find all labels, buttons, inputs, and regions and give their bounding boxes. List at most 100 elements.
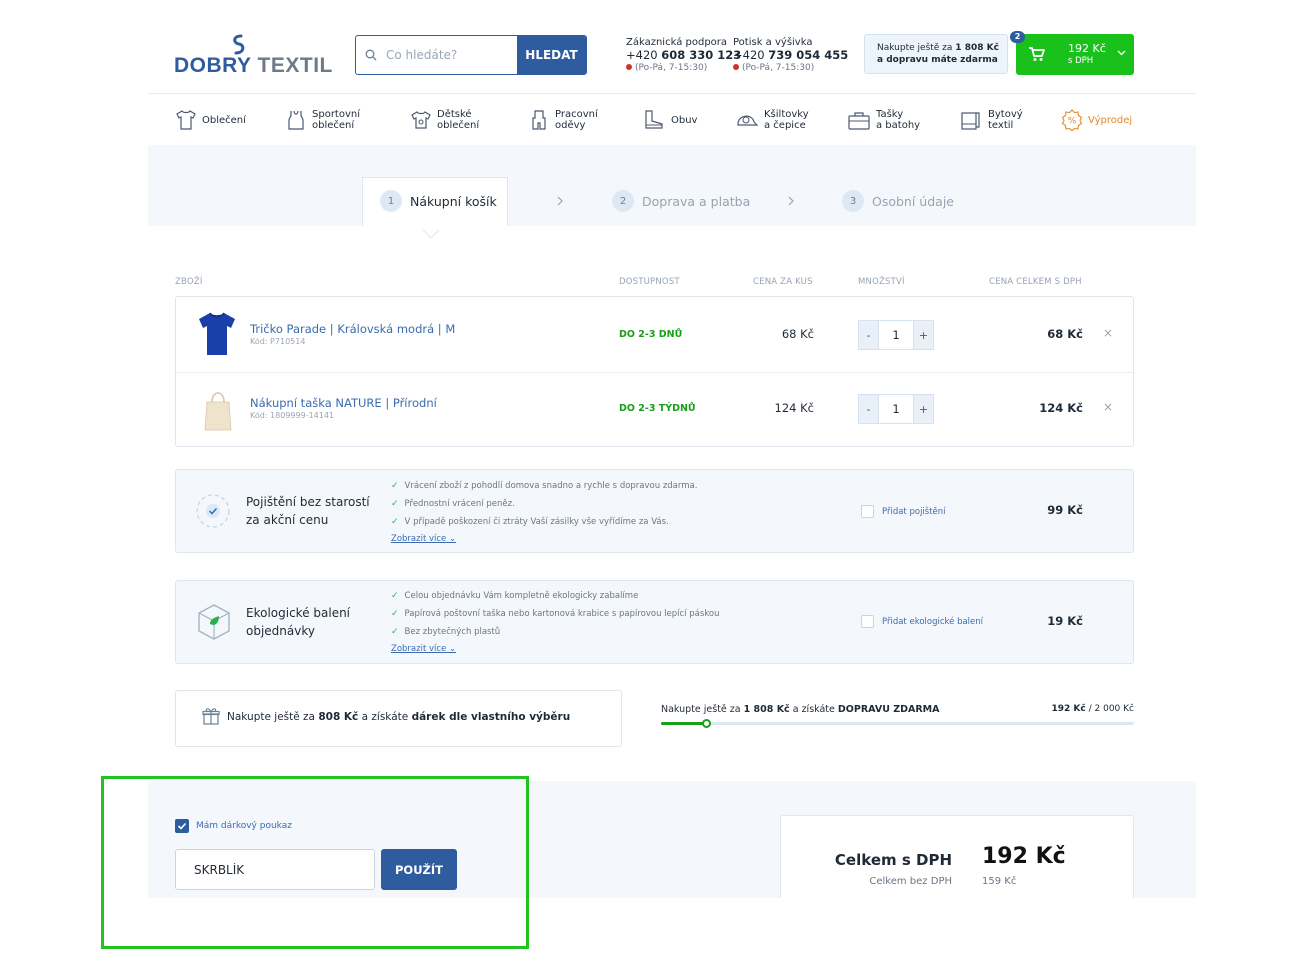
col-header-quantity: MNOŽSTVÍ (858, 277, 905, 287)
nav-item-pracovni-odevy[interactable]: Pracovní oděvy (528, 104, 598, 136)
checkbox-box[interactable] (861, 615, 874, 628)
cart-tax-label: s DPH (1068, 56, 1094, 66)
print-phone[interactable]: +420 739 054 455 (733, 49, 848, 62)
unit-price: 124 Kč (774, 401, 814, 415)
chevron-down-icon: ⌄ (446, 644, 457, 654)
print-contact: Potisk a výšivka +420 739 054 455 (Po-Pá… (733, 36, 848, 75)
nav-item-bytovy-textil[interactable]: Bytový textil (959, 104, 1023, 136)
eco-show-more-link[interactable]: Zobrazit více ⌄ (391, 644, 456, 654)
eco-checkbox[interactable]: Přidat ekologické balení (861, 615, 983, 628)
total-with-vat-value: 192 Kč (982, 844, 1066, 869)
insurance-checkbox[interactable]: Přidat pojištění (861, 505, 946, 518)
insurance-price: 99 Kč (1047, 503, 1083, 517)
total-without-vat-value: 159 Kč (982, 876, 1017, 887)
search-bar: HLEDAT (355, 35, 587, 75)
qty-minus-button[interactable]: - (858, 320, 879, 350)
check-icon: ✓ (391, 499, 399, 509)
overalls-icon (532, 110, 546, 130)
col-header-total: CENA CELKEM S DPH (989, 277, 1082, 287)
product-thumbnail-tshirt[interactable] (197, 311, 237, 357)
support-contact: Zákaznická podpora +420 608 330 123 (Po-… (626, 36, 741, 75)
chevron-down-icon: ⌄ (446, 534, 457, 544)
chevron-right-icon (557, 196, 563, 206)
towel-icon (961, 112, 980, 130)
product-name-link[interactable]: Nákupní taška NATURE | Přírodní (250, 396, 437, 410)
free-shipping-progress-bar (661, 719, 1134, 728)
product-thumbnail-bag[interactable] (203, 388, 233, 432)
tshirt-icon (176, 110, 196, 130)
check-icon: ✓ (391, 627, 399, 637)
unit-price: 68 Kč (781, 327, 814, 341)
chevron-right-icon (788, 196, 794, 206)
progress-fill (661, 722, 707, 725)
steps-band (148, 145, 1196, 226)
eco-benefit: ✓ Celou objednávku Vám kompletně ekologic… (391, 591, 639, 601)
logo-text: DOBRY TEXTIL (174, 54, 333, 77)
header-divider (148, 93, 1196, 94)
nav-item-detske-obleceni[interactable]: Dětské oblečení (410, 104, 479, 136)
eco-benefit: ✓ Bez zbytečných plastů (391, 627, 501, 637)
insurance-benefit: ✓ V případě poškození či ztráty Vaší zási… (391, 517, 669, 527)
product-code: Kód: 1809999-14141 (250, 411, 335, 420)
qty-value[interactable]: 1 (879, 394, 913, 424)
insurance-show-more-link[interactable]: Zobrazit více ⌄ (391, 534, 456, 544)
cart-icon (1029, 47, 1045, 61)
nav-item-ksiltovky[interactable]: Kšiltovky a čepice (735, 104, 809, 136)
line-total: 124 Kč (1039, 401, 1083, 415)
nav-item-obuv[interactable]: Obuv (642, 104, 697, 136)
support-phone[interactable]: +420 608 330 123 (626, 49, 741, 62)
nav-item-tasky[interactable]: Tašky a batohy (847, 104, 920, 136)
status-dot-icon (733, 64, 739, 70)
free-shipping-progress-amount: 192 Kč / 2 000 Kč (1051, 704, 1134, 714)
cap-icon (737, 115, 759, 126)
logo[interactable]: DOBRY TEXTIL (174, 34, 332, 82)
quantity-stepper: - 1 + (858, 394, 934, 424)
col-header-product: ZBOŽÍ (175, 277, 203, 287)
percent-badge-icon: % (1061, 109, 1083, 131)
eco-box-icon (198, 604, 230, 640)
highlight-frame (101, 776, 529, 949)
step-shipping[interactable]: 2 Doprava a platba (612, 190, 750, 212)
qty-minus-button[interactable]: - (858, 394, 879, 424)
qty-plus-button[interactable]: + (913, 394, 934, 424)
cart-button[interactable]: 2 192 Kč s DPH (1010, 31, 1134, 75)
search-input[interactable] (386, 36, 517, 74)
support-hours: (Po-Pá, 7-15:30) (626, 62, 741, 75)
nav-item-obleceni[interactable]: Oblečení (175, 104, 246, 136)
availability-status: DO 2-3 TÝDNŮ (619, 403, 696, 414)
step-personal[interactable]: 3 Osobní údaje (842, 190, 954, 212)
remove-item-button[interactable]: × (1103, 400, 1113, 414)
gift-promo-text: Nakupte ještě za 808 Kč a získáte dárek … (227, 711, 571, 723)
check-icon: ✓ (391, 517, 399, 527)
step-cart[interactable]: 1 Nákupní košík (380, 190, 497, 212)
col-header-availability: DOSTUPNOST (619, 277, 680, 287)
boot-icon (645, 110, 663, 129)
insurance-title: Pojištění bez starostí za akční cenu (246, 495, 370, 527)
insurance-benefit: ✓ Přednostní vrácení peněz. (391, 499, 515, 509)
qty-value[interactable]: 1 (879, 320, 913, 350)
col-header-unit-price: CENA ZA KUS (753, 277, 813, 287)
search-button[interactable]: HLEDAT (517, 36, 586, 74)
line-total: 68 Kč (1047, 327, 1083, 341)
availability-status: DO 2-3 DNŮ (619, 329, 683, 340)
remove-item-button[interactable]: × (1103, 326, 1113, 340)
tank-top-icon (288, 110, 304, 130)
chevron-down-icon (1117, 50, 1126, 56)
row-divider (176, 372, 1133, 373)
gift-icon (202, 708, 220, 725)
svg-text:%: % (1068, 117, 1077, 127)
check-icon: ✓ (391, 591, 399, 601)
check-icon: ✓ (391, 609, 399, 619)
cart-count-badge: 2 (1010, 31, 1025, 43)
product-name-link[interactable]: Tričko Parade | Královská modrá | M (250, 322, 455, 336)
nav-item-vyprodej[interactable]: % Výprodej (1061, 104, 1132, 136)
total-with-vat-label: Celkem s DPH (834, 851, 952, 869)
bag-icon (848, 112, 870, 130)
free-shipping-progress-text: Nakupte ještě za 1 808 Kč a získáte DOPR… (661, 704, 940, 715)
eco-price: 19 Kč (1047, 614, 1083, 628)
qty-plus-button[interactable]: + (913, 320, 934, 350)
insurance-benefit: ✓ Vrácení zboží z pohodlí domova snadno a… (391, 481, 698, 491)
nav-item-sportovni-obleceni[interactable]: Sportovní oblečení (285, 104, 360, 136)
free-shipping-notice: Nakupte ještě za 1 808 Kč a dopravu máte… (864, 34, 1008, 74)
checkbox-box[interactable] (861, 505, 874, 518)
